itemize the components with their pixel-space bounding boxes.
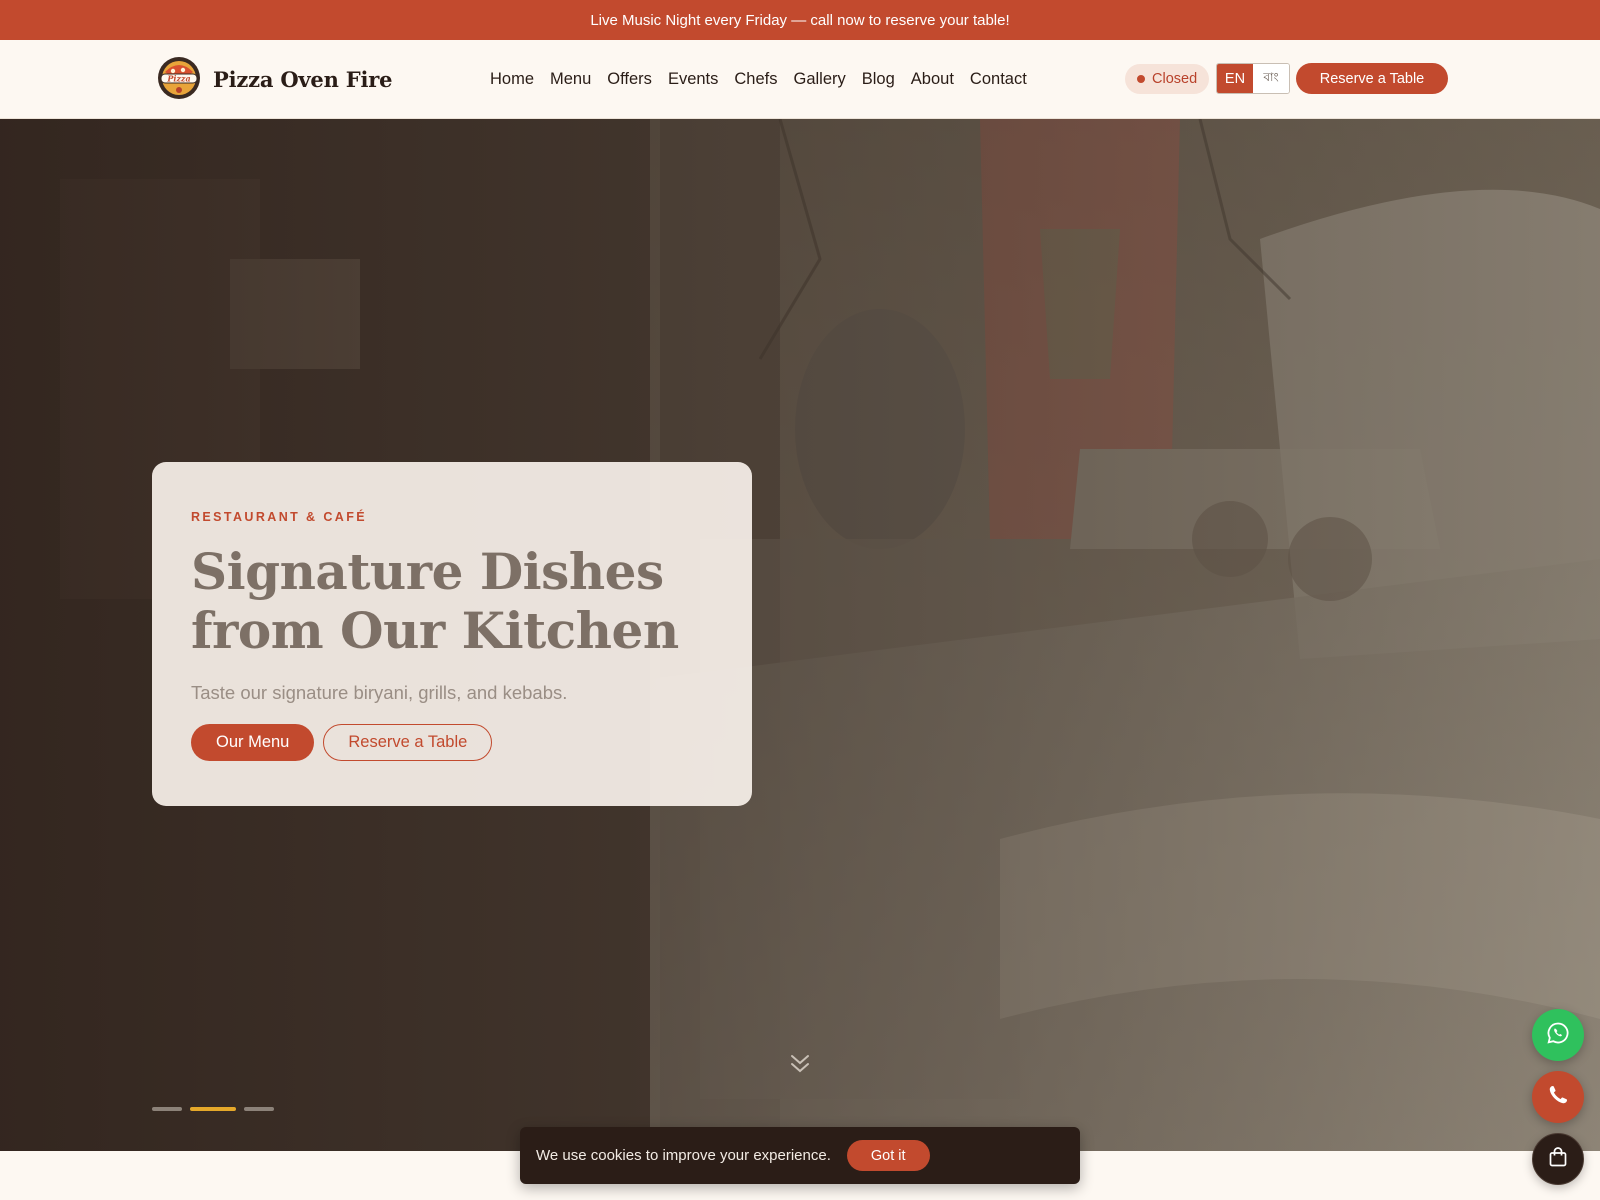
pizza-logo-icon: Pizza bbox=[155, 54, 203, 104]
brand-link[interactable]: Pizza Pizza Oven Fire bbox=[155, 52, 392, 106]
slider-dots bbox=[152, 1107, 274, 1111]
nav-contact[interactable]: Contact bbox=[962, 70, 1035, 89]
hero-eyebrow: RESTAURANT & CAFÉ bbox=[191, 510, 367, 524]
whatsapp-button[interactable] bbox=[1532, 1009, 1584, 1061]
slide-dot-3[interactable] bbox=[244, 1107, 274, 1111]
cookie-text: We use cookies to improve your experienc… bbox=[536, 1147, 831, 1164]
nav-offers[interactable]: Offers bbox=[599, 70, 660, 89]
nav-gallery[interactable]: Gallery bbox=[786, 70, 854, 89]
svg-text:Pizza: Pizza bbox=[166, 74, 190, 84]
whatsapp-icon bbox=[1546, 1021, 1570, 1050]
hero-slider: RESTAURANT & CAFÉ Signature Dishes from … bbox=[0, 119, 1600, 1151]
lang-bn-button[interactable]: বাং bbox=[1253, 64, 1289, 93]
status-text: Closed bbox=[1152, 71, 1198, 87]
announcement-text: Live Music Night every Friday — call now… bbox=[590, 11, 1010, 29]
nav-home[interactable]: Home bbox=[482, 70, 542, 89]
status-dot-icon bbox=[1137, 75, 1145, 83]
nav-blog[interactable]: Blog bbox=[854, 70, 903, 89]
hero-reserve-button[interactable]: Reserve a Table bbox=[323, 724, 493, 761]
our-menu-button[interactable]: Our Menu bbox=[191, 724, 315, 761]
call-button[interactable] bbox=[1532, 1071, 1584, 1123]
nav-events[interactable]: Events bbox=[660, 70, 726, 89]
nav-about[interactable]: About bbox=[903, 70, 962, 89]
hero-buttons: Our Menu Reserve a Table bbox=[191, 724, 713, 761]
cart-button[interactable] bbox=[1532, 1133, 1584, 1185]
announcement-bar: Live Music Night every Friday — call now… bbox=[0, 0, 1600, 40]
slide-dot-2[interactable] bbox=[190, 1107, 236, 1111]
language-switcher: EN বাং bbox=[1216, 63, 1290, 94]
shopping-bag-icon bbox=[1547, 1146, 1569, 1173]
cookie-accept-button[interactable]: Got it bbox=[846, 1140, 930, 1171]
hero-title-line-1: Signature Dishes bbox=[191, 542, 664, 601]
cookie-banner: We use cookies to improve your experienc… bbox=[520, 1127, 1080, 1184]
hero-card: RESTAURANT & CAFÉ Signature Dishes from … bbox=[152, 462, 752, 806]
site-header: Pizza Pizza Oven Fire Home Menu Offers E… bbox=[0, 40, 1600, 119]
slide-dot-1[interactable] bbox=[152, 1107, 182, 1111]
hero-subtitle: Taste our signature biryani, grills, and… bbox=[191, 682, 568, 703]
nav-menu[interactable]: Menu bbox=[542, 70, 599, 89]
hero-title-line-2: from Our Kitchen bbox=[191, 601, 679, 660]
header-reserve-button[interactable]: Reserve a Table bbox=[1296, 63, 1448, 94]
lang-en-button[interactable]: EN bbox=[1217, 64, 1253, 93]
brand-name: Pizza Oven Fire bbox=[213, 66, 393, 92]
scroll-down-icon[interactable] bbox=[788, 1053, 812, 1075]
phone-icon bbox=[1546, 1083, 1570, 1112]
main-nav: Home Menu Offers Events Chefs Gallery Bl… bbox=[482, 40, 1035, 119]
nav-chefs[interactable]: Chefs bbox=[726, 70, 785, 89]
open-status-badge: Closed bbox=[1125, 64, 1210, 94]
hero-title: Signature Dishes from Our Kitchen bbox=[191, 542, 713, 660]
